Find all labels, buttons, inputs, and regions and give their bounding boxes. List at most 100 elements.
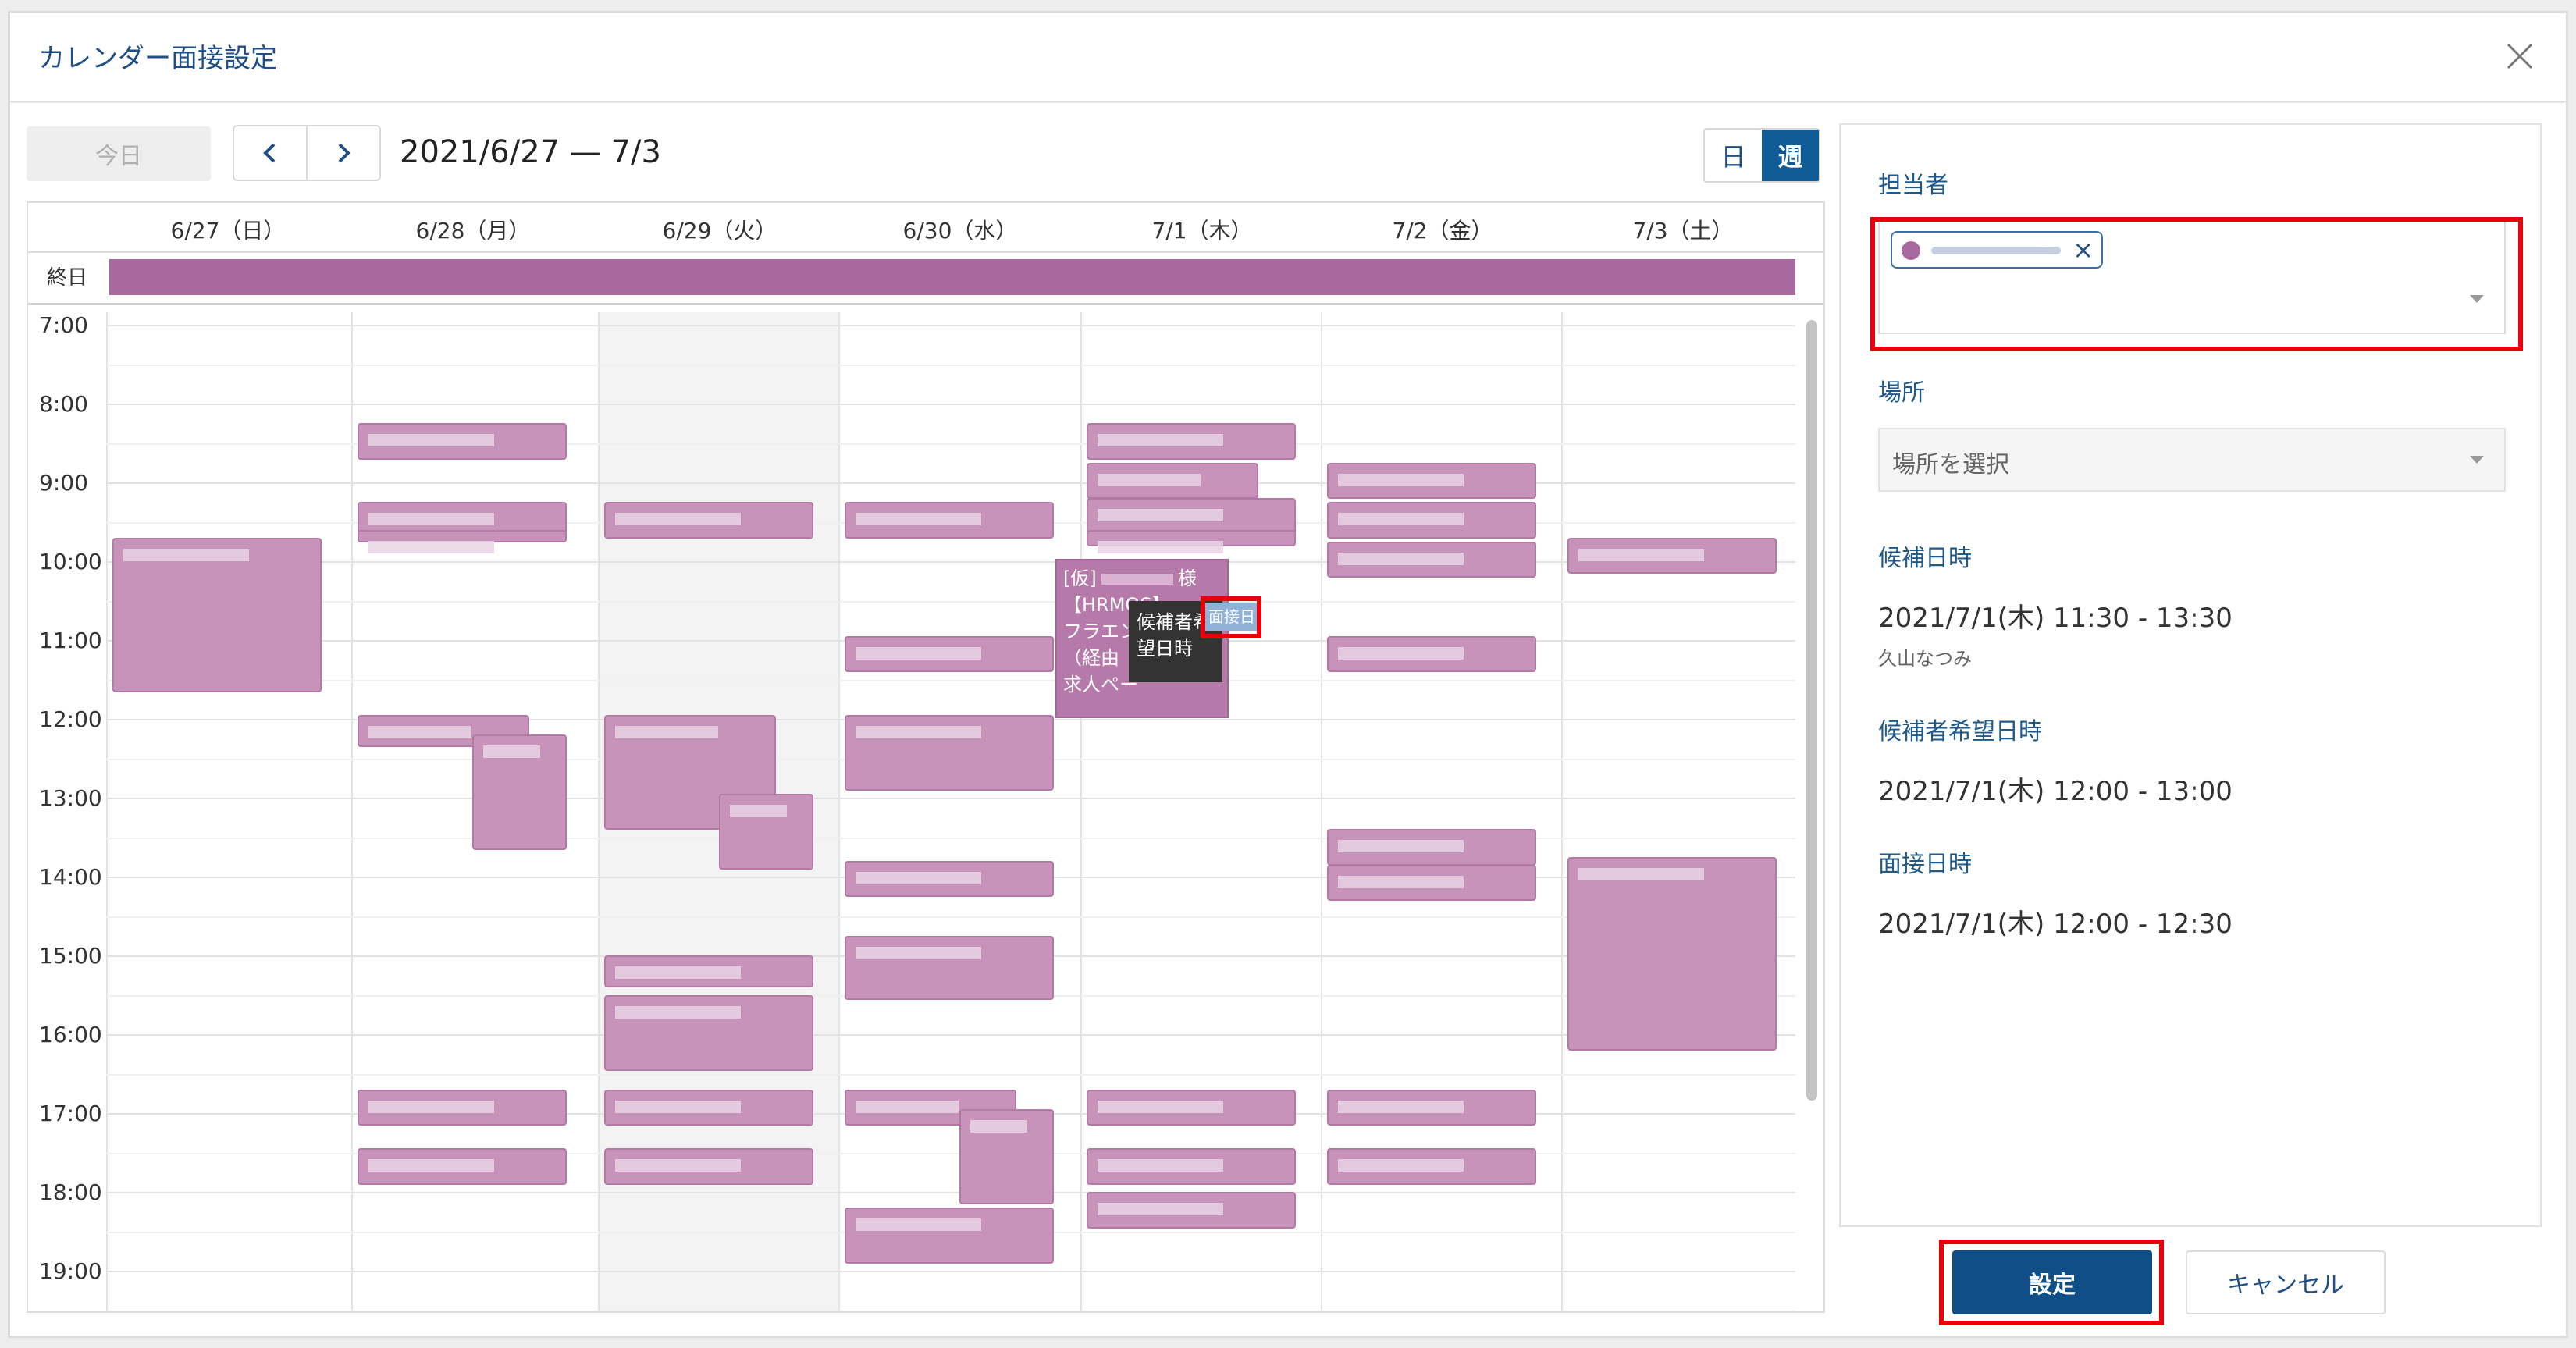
calendar-event[interactable] [358, 1089, 567, 1126]
calendar-event[interactable] [358, 1148, 567, 1185]
event-title-blurred [1098, 473, 1201, 486]
next-week-button[interactable] [308, 126, 379, 180]
view-week-button[interactable]: 週 [1762, 130, 1819, 181]
calendar-event[interactable] [358, 423, 567, 460]
event-title-blurred [1578, 548, 1704, 561]
calendar-event[interactable] [1087, 529, 1296, 553]
event-title-blurred [1578, 867, 1704, 880]
assignee-label: 担当者 [1878, 172, 1948, 199]
time-label: 7:00 [39, 312, 88, 338]
event-title-blurred [856, 725, 981, 738]
calendar-event[interactable] [1327, 829, 1536, 866]
calendar-event[interactable] [604, 502, 813, 539]
calendar-event[interactable] [1327, 1089, 1536, 1126]
calendar-event[interactable] [1327, 502, 1536, 539]
time-label: 9:00 [39, 470, 88, 496]
chevron-left-icon [263, 143, 276, 163]
place-placeholder: 場所を選択 [1892, 451, 2009, 478]
calendar-event[interactable] [1087, 1148, 1296, 1185]
event-title-blurred [730, 804, 787, 817]
calendar-event[interactable] [845, 1208, 1054, 1264]
calendar-event[interactable] [112, 537, 322, 692]
calendar-event[interactable] [604, 1089, 813, 1126]
day-divider [1080, 312, 1082, 1311]
day-header-5: 7/2（金） [1392, 218, 1493, 244]
calendar-event[interactable] [845, 935, 1054, 1000]
chevron-down-icon [2470, 456, 2484, 464]
today-button[interactable]: 今日 [27, 126, 211, 181]
event-title-blurred [1098, 509, 1223, 522]
calendar-event[interactable] [1327, 462, 1536, 500]
time-label: 10:00 [39, 549, 102, 574]
calendar-event[interactable] [1087, 1192, 1296, 1229]
calendar-event[interactable] [719, 793, 813, 870]
event-title-blurred [1338, 1100, 1464, 1113]
calendar-event[interactable] [1327, 864, 1536, 902]
event-title-blurred [856, 1218, 981, 1232]
allday-event[interactable] [109, 259, 1795, 295]
half-hour-line [106, 600, 1795, 603]
half-hour-line [106, 679, 1795, 681]
calendar-event[interactable] [1087, 498, 1296, 535]
calendar-event[interactable] [1567, 856, 1777, 1051]
calendar-event[interactable] [845, 635, 1054, 673]
interview-datetime-value: 2021/7/1(木) 12:00 - 12:30 [1878, 909, 2233, 940]
calendar-event[interactable] [604, 955, 813, 988]
calendar-event[interactable] [1567, 537, 1777, 574]
allday-label: 終日 [46, 266, 87, 290]
assignee-highlight [1870, 217, 2523, 351]
calendar-event[interactable] [1327, 541, 1536, 578]
event-title-blurred [123, 548, 249, 561]
day-header-2: 6/29（火） [662, 218, 777, 244]
time-label: 16:00 [39, 1022, 102, 1047]
cancel-button[interactable]: キャンセル [2186, 1250, 2386, 1314]
calendar-event[interactable] [1327, 635, 1536, 673]
event-title-blurred [368, 725, 471, 738]
day-header-6: 7/3（土） [1632, 218, 1734, 244]
calendar-event[interactable] [845, 502, 1054, 539]
day-header-1: 6/28（月） [415, 218, 531, 244]
calendar-event[interactable] [1087, 423, 1296, 460]
event-title-blurred [368, 513, 494, 526]
hour-line [106, 798, 1795, 799]
event-title-blurred [1098, 1203, 1223, 1215]
half-hour-line [106, 364, 1795, 366]
calendar-event[interactable] [1327, 1148, 1536, 1185]
view-toggle: 日 週 [1703, 128, 1820, 183]
day-header-3: 6/30（水） [902, 218, 1018, 244]
calendar-event[interactable] [358, 529, 567, 553]
event-title-blurred [368, 434, 494, 447]
candidate-person: 久山なつみ [1878, 648, 1972, 670]
hour-line [106, 325, 1795, 326]
event-title-blurred [856, 1100, 959, 1113]
prev-week-button[interactable] [234, 126, 308, 180]
week-calendar: 終日 7:00 8:00 9:00 10:00 11:00 12:00 13:00 14:00… [27, 201, 1825, 1313]
chevron-right-icon [338, 143, 350, 163]
calendar-event[interactable] [604, 994, 813, 1071]
tooltip-line-2: 望日時 [1137, 638, 1193, 660]
scrollbar[interactable] [1806, 320, 1817, 1101]
view-day-button[interactable]: 日 [1705, 130, 1762, 181]
hour-line [106, 1271, 1795, 1272]
event-title-blurred [856, 646, 981, 660]
candidate-datetime-value: 2021/7/1(木) 11:30 - 13:30 [1878, 603, 2233, 634]
event-title-blurred [368, 1100, 494, 1113]
calendar-event[interactable] [472, 734, 567, 850]
calendar-event[interactable] [1087, 1089, 1296, 1126]
day-header-4: 7/1（木） [1151, 218, 1253, 244]
time-label: 17:00 [39, 1101, 102, 1126]
close-icon[interactable] [2500, 37, 2539, 76]
calendar-event[interactable] [845, 714, 1054, 791]
calendar-event[interactable] [604, 1148, 813, 1185]
calendar-event[interactable] [959, 1108, 1054, 1205]
event-title-blurred [615, 1005, 741, 1019]
calendar-event[interactable] [1087, 462, 1258, 500]
place-label: 場所 [1878, 379, 1925, 407]
place-select[interactable]: 場所を選択 [1878, 428, 2506, 492]
time-label: 19:00 [39, 1258, 102, 1284]
calendar-event[interactable] [845, 860, 1054, 898]
event-title-blurred [368, 1159, 494, 1172]
half-hour-line [106, 1073, 1795, 1076]
time-label: 12:00 [39, 706, 102, 732]
event-line-1: [仮] [1063, 567, 1097, 589]
